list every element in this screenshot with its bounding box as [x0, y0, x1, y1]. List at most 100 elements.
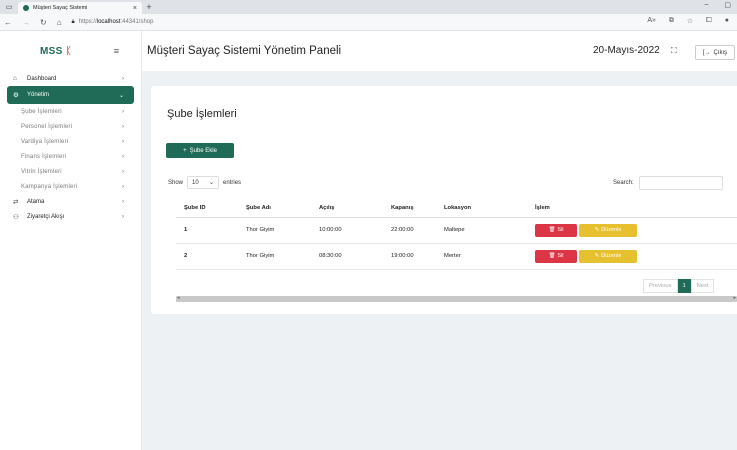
pencil-icon: ✎	[594, 253, 600, 259]
split-screen-icon[interactable]: ⧉	[669, 17, 674, 25]
logo-mark-icon: ᛕ	[65, 45, 72, 57]
sidebar-item-vitrin[interactable]: Vitrin İşlemleri ›	[7, 164, 134, 179]
home-browser-icon[interactable]: ⌂	[57, 18, 62, 27]
entries-control: Show 10 ⌄ entries	[168, 176, 241, 189]
search-label: Search:	[613, 180, 634, 186]
chevron-right-icon: ›	[122, 183, 124, 190]
column-header[interactable]: Şube ID	[176, 200, 238, 218]
column-header[interactable]: Kapanış	[383, 200, 436, 218]
swap-icon: ⇄	[13, 198, 19, 206]
read-aloud-icon[interactable]: A»	[647, 17, 656, 25]
search-input[interactable]	[638, 176, 723, 190]
trash-icon: 🗑︎	[548, 227, 556, 233]
next-page-button[interactable]: Next	[690, 279, 715, 293]
delete-button[interactable]: 🗑︎ Sil	[535, 223, 577, 237]
table-cell: 22:00:00	[383, 217, 436, 244]
table-cell: Thor Giyim	[238, 217, 311, 244]
chevron-right-icon: ›	[122, 213, 124, 220]
table-cell: 1	[176, 217, 238, 244]
minimize-icon[interactable]: –	[704, 1, 708, 9]
sidebar-item-yonetim[interactable]: ⚙ Yönetim ⌄	[7, 86, 134, 104]
sidebar-item-label: Personel İşlemleri	[21, 123, 73, 130]
sidebar-item-ziyaretci[interactable]: ⚇ Ziyaretçi Akışı ›	[7, 209, 134, 224]
horizontal-scrollbar[interactable]: ◂ ▸	[176, 295, 737, 302]
edit-label: Düzenle	[601, 227, 622, 233]
url-field[interactable]: 🔒︎ https://localhost:44341/shop	[72, 19, 154, 26]
sidebar-item-vardiya[interactable]: Vardiya İşlemleri ›	[7, 134, 134, 149]
column-header[interactable]: Lokasyon	[436, 200, 527, 218]
table-row: 2 Thor Giyim 08:30:00 19:00:00 Merter 🗑︎…	[176, 243, 737, 270]
edit-button[interactable]: ✎ Düzenle	[579, 249, 637, 263]
table-cell: 2	[176, 243, 238, 270]
settings-icon: ⚙	[13, 92, 19, 99]
column-header[interactable]: İşlem	[527, 200, 737, 218]
logout-button[interactable]: [→ Çıkış	[695, 45, 735, 60]
lock-icon: 🔒︎	[71, 18, 75, 25]
table-header-row: Şube ID Şube Adı Açılış Kapanış Lokasyon…	[176, 200, 737, 218]
sidebar-item-label: Yönetim	[27, 92, 50, 98]
delete-button[interactable]: 🗑︎ Sil	[535, 249, 577, 263]
sidebar-item-kampanya[interactable]: Kampanya İşlemleri ›	[7, 179, 134, 194]
column-header[interactable]: Açılış	[311, 200, 383, 218]
url-rest: :44341/shop	[120, 19, 154, 25]
profile-icon[interactable]: ●	[725, 17, 729, 25]
delete-label: Sil	[557, 253, 564, 259]
sidebar-item-sube[interactable]: Şube İşlemleri ›	[7, 104, 134, 119]
fullscreen-icon[interactable]: ⛶	[671, 46, 677, 56]
entries-select[interactable]: 10 ⌄	[187, 176, 220, 189]
sidebar-item-dashboard[interactable]: ⌂ Dashboard ›	[7, 71, 134, 86]
logo[interactable]: MSS ᛕ	[40, 46, 72, 57]
add-branch-button[interactable]: + Şube Ekle	[166, 143, 234, 158]
collections-icon[interactable]: ⧠	[706, 17, 712, 25]
page-1-button[interactable]: 1	[677, 279, 691, 293]
tab-title: Müşteri Sayaç Sistemi	[33, 5, 88, 11]
pencil-icon: ✎	[594, 227, 600, 233]
hamburger-icon[interactable]: ≡	[114, 46, 119, 56]
actions-cell: 🗑︎ Sil ✎ Düzenle	[527, 217, 737, 244]
url-host: localhost	[96, 19, 121, 25]
favorites-icon[interactable]: ☆	[687, 17, 693, 25]
sidebar-item-label: Şube İşlemleri	[21, 108, 62, 115]
brand: MSS ᛕ ≡	[0, 31, 141, 71]
edit-label: Düzenle	[601, 253, 622, 259]
window-menu-icon[interactable]: ▭	[0, 3, 18, 11]
add-branch-label: Şube Ekle	[189, 147, 217, 154]
table-cell: 10:00:00	[311, 217, 383, 244]
sidebar-item-atama[interactable]: ⇄ Atama ›	[7, 194, 134, 209]
search-control: Search:	[613, 176, 723, 190]
forward-icon[interactable]: →	[22, 18, 30, 27]
restore-icon[interactable]: ▢	[724, 1, 731, 9]
logout-icon: [→	[702, 49, 711, 56]
chevron-right-icon: ›	[122, 198, 124, 205]
column-header[interactable]: Şube Adı	[238, 200, 311, 218]
refresh-icon[interactable]: ↻	[40, 18, 47, 27]
favicon-icon	[23, 5, 29, 11]
scroll-left-icon[interactable]: ◂	[177, 295, 180, 301]
table-cell: 19:00:00	[383, 243, 436, 270]
logout-label: Çıkış	[713, 49, 728, 56]
sidebar-item-label: Vitrin İşlemleri	[21, 168, 62, 175]
sidebar-item-label: Kampanya İşlemleri	[21, 183, 78, 190]
new-tab-icon[interactable]: +	[142, 2, 156, 12]
sidebar-item-personel[interactable]: Personel İşlemleri ›	[7, 119, 134, 134]
close-tab-icon[interactable]: ×	[133, 5, 137, 12]
chevron-right-icon: ›	[122, 138, 124, 145]
show-label: Show	[168, 179, 184, 186]
actions-cell: 🗑︎ Sil ✎ Düzenle	[527, 243, 737, 270]
sidebar-item-finans[interactable]: Finans İşlemleri ›	[7, 149, 134, 164]
table-cell: Thor Giyim	[238, 243, 311, 270]
previous-page-button[interactable]: Previous	[643, 279, 678, 293]
scroll-right-icon[interactable]: ▸	[733, 295, 736, 301]
card-title: Şube İşlemleri	[167, 108, 237, 120]
back-icon[interactable]: ←	[4, 18, 12, 27]
chevron-right-icon: ›	[122, 168, 124, 175]
home-icon: ⌂	[13, 75, 17, 82]
sidebar-item-label: Dashboard	[27, 75, 57, 82]
sidebar-item-label: Vardiya İşlemleri	[21, 138, 69, 145]
browser-actions: A» ⧉ ☆ ⧠ ●	[647, 17, 729, 25]
chevron-right-icon: ›	[122, 75, 124, 82]
edit-button[interactable]: ✎ Düzenle	[579, 223, 637, 237]
table-cell: Maltepe	[436, 217, 527, 244]
browser-tab[interactable]: Müşteri Sayaç Sistemi ×	[18, 2, 142, 14]
current-date: 20-Mayıs-2022	[593, 45, 660, 56]
